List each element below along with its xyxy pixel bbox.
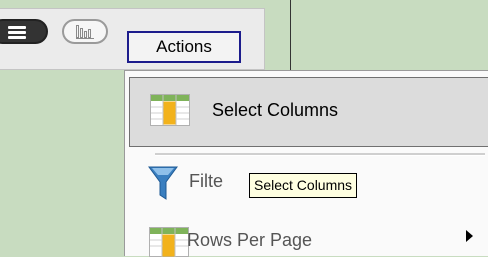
- list-view-icon: [8, 26, 26, 41]
- filter-funnel-icon: [148, 166, 178, 200]
- tooltip: Select Columns: [249, 173, 358, 198]
- menu-item-rows-per-page[interactable]: Rows Per Page: [129, 218, 488, 257]
- actions-button[interactable]: Actions: [127, 31, 241, 63]
- submenu-arrow-icon: [466, 230, 473, 242]
- menu-item-select-columns-label: Select Columns: [212, 100, 339, 120]
- menu-item-rows-per-page-label: Rows Per Page: [187, 230, 313, 250]
- chart-view-icon: [76, 25, 94, 39]
- rows-per-page-icon: [149, 227, 189, 257]
- select-columns-icon: [150, 94, 190, 126]
- menu-separator: [155, 153, 485, 156]
- actions-menu: Select Columns Filte Rows Per Page: [124, 70, 488, 257]
- panel-divider: [290, 0, 291, 72]
- menu-item-filter-label: Filte: [189, 171, 224, 191]
- menu-item-select-columns[interactable]: Select Columns: [129, 77, 488, 147]
- chart-view-button[interactable]: [62, 19, 108, 44]
- list-view-button[interactable]: [0, 19, 48, 44]
